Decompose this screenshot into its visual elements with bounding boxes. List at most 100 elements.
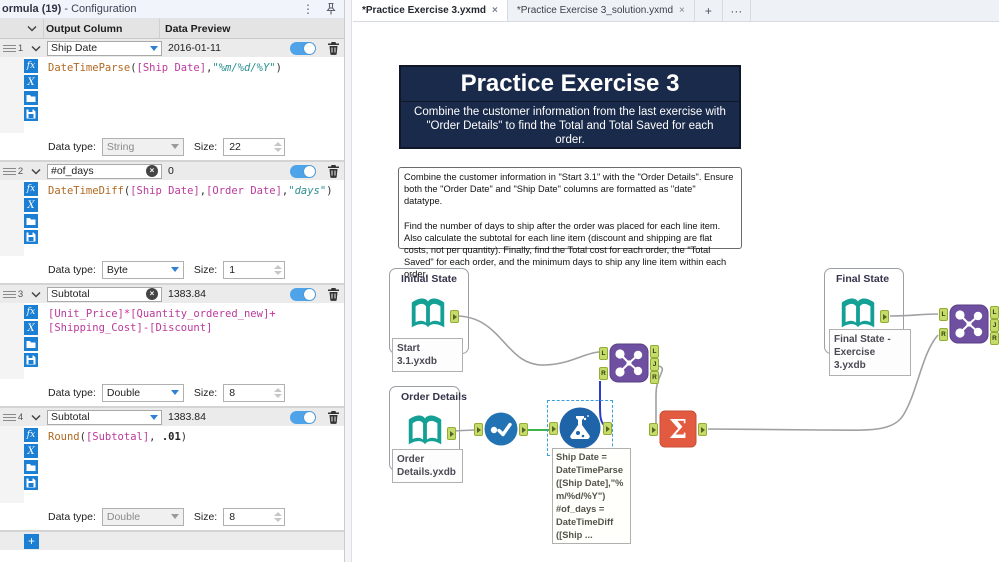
wire-finalstate-to-join2[interactable]: [889, 313, 939, 317]
output-anchor[interactable]: [698, 423, 707, 436]
formula-expression-editor[interactable]: DateTimeDiff([Ship Date],[Order Date],"d…: [40, 180, 344, 256]
columns-button[interactable]: X: [24, 321, 38, 335]
save-expression-button[interactable]: [24, 230, 38, 244]
data-type-dropdown[interactable]: Double: [101, 507, 184, 526]
size-input[interactable]: 8: [223, 383, 286, 402]
chevron-down-icon[interactable]: [20, 23, 43, 35]
tool-caption[interactable]: Order Details.yxdb: [392, 449, 463, 483]
chevron-down-icon[interactable]: [25, 168, 47, 175]
join-right-output-anchor[interactable]: R: [650, 371, 659, 384]
output-anchor[interactable]: [519, 423, 528, 436]
row-enabled-toggle[interactable]: [290, 41, 316, 55]
output-column-field[interactable]: ×: [47, 286, 162, 302]
row-enabled-toggle[interactable]: [290, 164, 316, 178]
join-right-input-anchor[interactable]: R: [599, 367, 608, 380]
join-join-output-anchor[interactable]: J: [990, 319, 999, 332]
output-column-field[interactable]: ×: [47, 163, 162, 179]
input-anchor[interactable]: [474, 423, 483, 436]
close-icon[interactable]: ×: [492, 5, 498, 16]
wire-start-to-join[interactable]: [455, 315, 600, 366]
trash-icon[interactable]: [322, 41, 344, 55]
chevron-down-icon[interactable]: [25, 291, 47, 298]
output-anchor[interactable]: [447, 427, 456, 440]
data-type-dropdown[interactable]: Double: [101, 383, 184, 402]
row-enabled-toggle[interactable]: [290, 287, 316, 301]
output-anchor[interactable]: [450, 310, 459, 323]
functions-button[interactable]: fx: [24, 428, 38, 442]
size-input[interactable]: 22: [223, 137, 286, 156]
input-anchor[interactable]: [549, 422, 558, 435]
size-input[interactable]: 1: [223, 260, 286, 279]
join-left-output-anchor[interactable]: L: [990, 306, 999, 319]
close-icon[interactable]: ×: [679, 5, 685, 16]
trash-icon[interactable]: [322, 410, 344, 424]
row-drag-handle[interactable]: [3, 290, 16, 298]
formula-expression-editor[interactable]: [Unit_Price]*[Quantity_ordered_new]+ [Shi…: [40, 303, 344, 379]
input-data-tool-order-details[interactable]: [404, 410, 446, 454]
new-tab-button[interactable]: +: [695, 0, 723, 21]
save-expression-button[interactable]: [24, 353, 38, 367]
chevron-down-icon[interactable]: [150, 45, 158, 51]
workflow-canvas[interactable]: Practice Exercise 3 Combine the customer…: [353, 22, 999, 562]
output-column-input[interactable]: [51, 288, 146, 300]
row-drag-handle[interactable]: [3, 167, 16, 175]
save-expression-button[interactable]: [24, 107, 38, 121]
chevron-down-icon[interactable]: [25, 414, 47, 421]
size-input[interactable]: 8: [223, 507, 286, 526]
output-column-field[interactable]: Subtotal: [47, 409, 162, 425]
functions-button[interactable]: fx: [24, 182, 38, 196]
save-expression-button[interactable]: [24, 476, 38, 490]
open-expression-button[interactable]: [24, 460, 38, 474]
expression-toolbar: fx X: [24, 426, 40, 503]
open-expression-button[interactable]: [24, 91, 38, 105]
tab-overflow-button[interactable]: ···: [723, 0, 751, 21]
functions-button[interactable]: fx: [24, 59, 38, 73]
formula-tool[interactable]: [559, 407, 601, 449]
instructions-paragraph: Find the number of days to ship after th…: [404, 220, 727, 280]
input-data-tool-start[interactable]: [407, 293, 449, 337]
join-tool[interactable]: [949, 304, 989, 344]
functions-button[interactable]: fx: [24, 305, 38, 319]
open-expression-button[interactable]: [24, 214, 38, 228]
input-anchor[interactable]: [649, 423, 658, 436]
data-type-dropdown[interactable]: Byte: [101, 260, 184, 279]
clear-icon[interactable]: ×: [146, 165, 158, 177]
add-expression-button[interactable]: +: [24, 533, 39, 549]
row-drag-handle[interactable]: [3, 44, 16, 52]
chevron-down-icon[interactable]: [25, 45, 47, 52]
join-join-output-anchor[interactable]: J: [650, 358, 659, 371]
tab-practice-exercise-3-solution[interactable]: *Practice Exercise 3_solution.yxmd ×: [508, 0, 695, 21]
output-column-field[interactable]: Ship Date: [47, 40, 162, 56]
open-expression-button[interactable]: [24, 337, 38, 351]
clear-icon[interactable]: ×: [146, 288, 158, 300]
data-type-dropdown[interactable]: String: [101, 137, 184, 156]
chevron-down-icon[interactable]: [150, 414, 158, 420]
formula-expression-editor[interactable]: DateTimeParse([Ship Date],"%m/%d/%Y"): [40, 57, 344, 133]
pin-icon[interactable]: [324, 2, 338, 16]
row-enabled-toggle[interactable]: [290, 410, 316, 424]
output-column-input[interactable]: [51, 165, 146, 177]
trash-icon[interactable]: [322, 287, 344, 301]
columns-button[interactable]: X: [24, 75, 38, 89]
join-left-output-anchor[interactable]: L: [650, 345, 659, 358]
output-anchor[interactable]: [880, 310, 889, 323]
select-tool[interactable]: [484, 412, 518, 446]
trash-icon[interactable]: [322, 164, 344, 178]
formula-annotation[interactable]: Ship Date = DateTimeParse ([Ship Date],"…: [552, 448, 631, 544]
row-drag-handle[interactable]: [3, 413, 16, 421]
panel-scrollbar-gutter[interactable]: [345, 0, 352, 562]
input-data-tool-final-state[interactable]: [837, 293, 879, 337]
tool-caption[interactable]: Start 3.1.yxdb: [392, 338, 463, 372]
kebab-menu-icon[interactable]: ⋮: [292, 2, 324, 16]
output-anchor[interactable]: [603, 422, 612, 435]
join-left-input-anchor[interactable]: L: [599, 347, 608, 360]
tab-practice-exercise-3[interactable]: *Practice Exercise 3.yxmd ×: [353, 0, 508, 21]
columns-button[interactable]: X: [24, 444, 38, 458]
join-right-input-anchor[interactable]: R: [939, 328, 948, 341]
join-left-input-anchor[interactable]: L: [939, 308, 948, 321]
formula-expression-editor[interactable]: Round([Subtotal], .01): [40, 426, 344, 503]
columns-button[interactable]: X: [24, 198, 38, 212]
join-right-output-anchor[interactable]: R: [990, 332, 999, 345]
join-tool[interactable]: [609, 343, 649, 383]
summarize-tool[interactable]: Σ: [659, 410, 697, 448]
